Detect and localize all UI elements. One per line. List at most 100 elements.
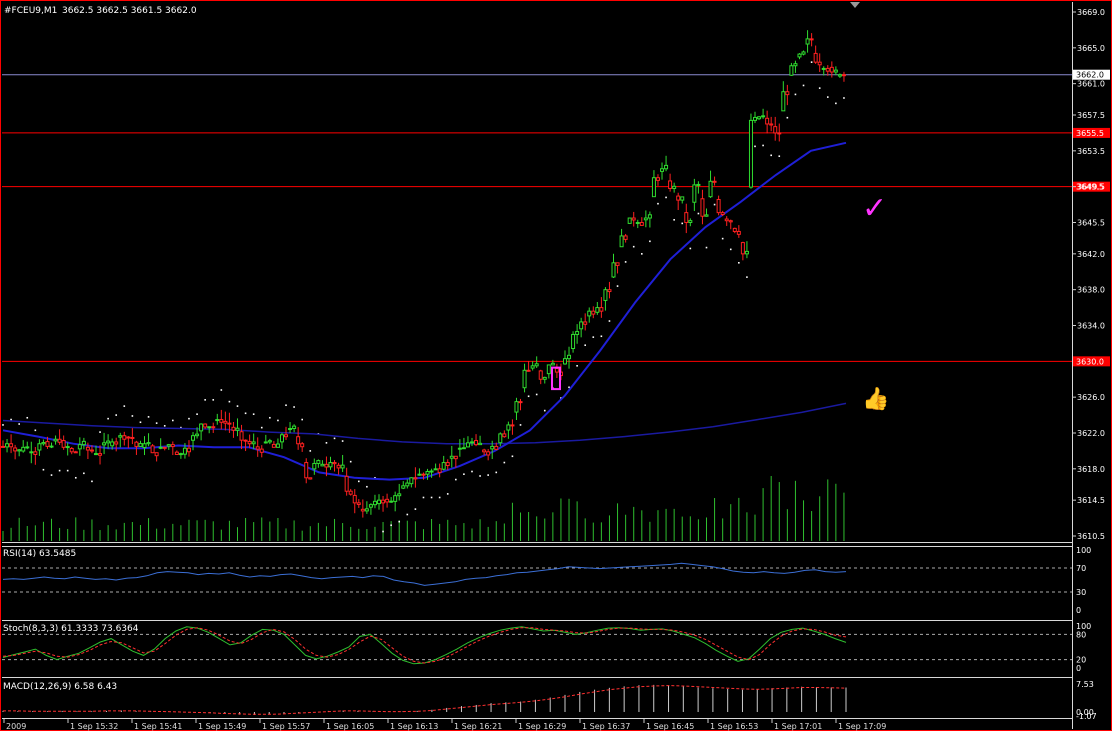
sar-dot bbox=[495, 471, 498, 474]
sar-dot bbox=[139, 421, 142, 424]
candle-body bbox=[356, 502, 361, 505]
candle-body bbox=[708, 180, 713, 198]
sar-dot bbox=[309, 450, 312, 452]
sar-dot bbox=[260, 426, 263, 429]
candle-body bbox=[170, 444, 175, 448]
candle-body bbox=[102, 442, 107, 446]
candle-body bbox=[288, 428, 293, 431]
sar-dot bbox=[713, 203, 716, 206]
ohlc-label: 3662.5 3662.5 3661.5 3662.0 bbox=[62, 6, 197, 16]
candle-body bbox=[417, 473, 422, 476]
sar-dot bbox=[527, 395, 530, 398]
candle-body bbox=[85, 446, 90, 451]
time-tick-label: 1 Sep 16:13 bbox=[390, 722, 438, 731]
sar-dot bbox=[341, 440, 344, 442]
sar-dot bbox=[26, 416, 29, 419]
sar-dot bbox=[463, 473, 465, 475]
price-tick-label: 3610.5 bbox=[1077, 532, 1105, 541]
price-tick-label: 3649.5 bbox=[1077, 183, 1105, 192]
sar-dot bbox=[382, 530, 384, 533]
sar-dot bbox=[107, 417, 109, 420]
sar-dot bbox=[236, 405, 239, 407]
candle-body bbox=[304, 462, 309, 479]
sar-dot bbox=[705, 246, 708, 249]
chart-window[interactable]: 3655.5 3649.5 3630.0 #FCEU9,M1 3662.5 3662… bbox=[0, 0, 1112, 731]
candle-body bbox=[502, 433, 507, 438]
candle-body bbox=[720, 212, 725, 215]
price-tick-label: 3622.0 bbox=[1077, 429, 1105, 438]
candle-body bbox=[336, 464, 341, 469]
candle-body bbox=[239, 431, 244, 441]
candle-body bbox=[352, 494, 357, 504]
candle-body bbox=[13, 447, 18, 452]
candle-body bbox=[9, 443, 14, 448]
candle-body bbox=[615, 262, 620, 266]
candle-body bbox=[340, 464, 345, 469]
candle-body bbox=[579, 321, 584, 330]
candle-body bbox=[320, 463, 325, 467]
rsi-label: RSI(14) 63.5485 bbox=[3, 549, 76, 559]
candle-body bbox=[813, 52, 818, 63]
sar-dot bbox=[721, 237, 724, 240]
sar-dot bbox=[608, 320, 611, 322]
sar-dot bbox=[99, 431, 101, 433]
candle-body bbox=[797, 53, 802, 58]
candle-body bbox=[5, 443, 10, 448]
candle-body bbox=[465, 442, 470, 448]
candle-body bbox=[728, 220, 733, 223]
sar-dot bbox=[778, 155, 781, 158]
candle-body bbox=[518, 401, 523, 404]
sar-dot bbox=[511, 455, 514, 458]
candle-body bbox=[829, 66, 834, 73]
candle-body bbox=[821, 67, 826, 70]
sar-dot bbox=[42, 468, 45, 471]
sar-dot bbox=[689, 247, 692, 250]
candle-body bbox=[668, 180, 673, 189]
candle-body bbox=[397, 493, 402, 497]
candle-body bbox=[377, 499, 382, 505]
candle-body bbox=[623, 235, 628, 240]
sar-dot bbox=[673, 219, 675, 221]
candle-body bbox=[490, 445, 495, 450]
sar-dot bbox=[204, 399, 206, 401]
candle-body bbox=[639, 221, 644, 226]
candle-body bbox=[457, 447, 462, 450]
price-tick-label: 3642.0 bbox=[1077, 250, 1105, 259]
candle-body bbox=[688, 220, 693, 223]
candle-body bbox=[453, 455, 458, 460]
candle-body bbox=[81, 440, 86, 446]
candle-body bbox=[195, 433, 200, 437]
candle-body bbox=[344, 475, 349, 492]
candle-body bbox=[126, 436, 131, 439]
candle-body bbox=[522, 369, 527, 389]
sar-dot bbox=[131, 415, 134, 417]
candle-body bbox=[138, 443, 143, 447]
sar-dot bbox=[446, 493, 449, 495]
sar-dot bbox=[220, 389, 223, 391]
candle-body bbox=[29, 451, 34, 454]
sar-dot bbox=[681, 222, 684, 225]
sar-dot bbox=[592, 336, 595, 338]
candle-body bbox=[235, 427, 240, 431]
candle-body bbox=[562, 358, 567, 365]
sar-dot bbox=[2, 424, 4, 426]
candle-body bbox=[482, 449, 487, 453]
time-tick-label: 1 Sep 15:32 bbox=[70, 722, 118, 731]
candle-body bbox=[65, 446, 70, 449]
candle-body bbox=[368, 504, 373, 508]
sar-dot bbox=[826, 96, 829, 98]
candle-body bbox=[425, 471, 430, 475]
candle-body bbox=[267, 440, 272, 443]
candle-body bbox=[801, 51, 806, 55]
candle-body bbox=[215, 419, 220, 422]
candle-body bbox=[744, 250, 749, 255]
sar-dot bbox=[729, 248, 732, 251]
candle-body bbox=[324, 463, 329, 468]
candle-body bbox=[57, 438, 62, 443]
candle-body bbox=[732, 227, 737, 232]
candle-body bbox=[186, 447, 191, 453]
sar-dot bbox=[786, 116, 789, 119]
sar-dot bbox=[172, 419, 174, 422]
candle-body bbox=[271, 443, 276, 448]
candle-body bbox=[538, 370, 543, 380]
